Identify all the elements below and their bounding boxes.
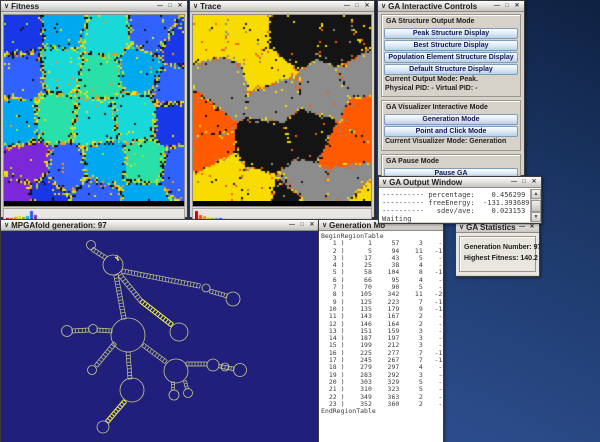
current-visualizer-mode-status: Current Visualizer Mode: Generation: [384, 138, 518, 147]
current-output-mode-status: Current Output Mode: Peak.: [384, 76, 518, 85]
scrollbar-thumb[interactable]: [531, 200, 541, 212]
mpgafold-titlebar[interactable]: ∨ MPGAfold generation: 97 — □ ✕: [1, 220, 319, 231]
mpgafold-window-title: MPGAfold generation: 97: [11, 221, 286, 230]
visualizer-interactive-mode-group: GA Visualizer Interactive Mode Generatio…: [381, 100, 521, 151]
minimize-icon[interactable]: —: [288, 222, 296, 229]
ga-statistics-window: ∨ GA Statistics — ✕ Generation Number: 9…: [455, 221, 540, 277]
trace-titlebar[interactable]: ∨ Trace — □ ✕: [190, 1, 374, 12]
fitness-heatmap-canvas[interactable]: [4, 15, 184, 201]
fitness-window-title: Fitness: [11, 2, 154, 11]
maximize-icon[interactable]: □: [353, 3, 361, 10]
window-menu-icon[interactable]: ∨: [322, 222, 327, 229]
trace-window-title: Trace: [200, 2, 341, 11]
default-structure-display-button[interactable]: Default Structure Display: [384, 64, 518, 75]
output-scrollbar[interactable]: ▲ ▼: [530, 189, 541, 222]
population-element-structure-display-button[interactable]: Population Element Structure Display: [384, 52, 518, 63]
ga-output-window-title: GA Output Window: [389, 178, 508, 187]
group-label: GA Visualizer Interactive Mode: [384, 103, 518, 113]
window-menu-icon[interactable]: ∨: [381, 3, 386, 10]
close-icon[interactable]: ✕: [308, 222, 316, 229]
close-icon[interactable]: ✕: [363, 3, 371, 10]
fitness-window: ∨ Fitness — □ ✕: [0, 0, 188, 218]
maximize-icon[interactable]: □: [298, 222, 306, 229]
close-icon[interactable]: ✕: [530, 179, 538, 186]
generation-number-label: Generation Number: 97: [464, 242, 531, 253]
rna-structure-view[interactable]: [1, 231, 319, 442]
group-label: GA Pause Mode: [384, 157, 518, 167]
ga-output-text: ---------- percentage: 0.456299 --------…: [379, 189, 541, 225]
fitness-titlebar[interactable]: ∨ Fitness — □ ✕: [1, 1, 187, 12]
minimize-icon[interactable]: —: [493, 3, 501, 10]
pid-status: Physical PID: - Virtual PID: -: [384, 85, 518, 94]
generation-monitor-window: ∨ Generation Mo BeginRegionTable 1 ) 1 5…: [318, 219, 444, 442]
structure-output-mode-group: GA Structure Output Mode Peak Structure …: [381, 14, 521, 97]
window-menu-icon[interactable]: ∨: [4, 3, 9, 10]
window-menu-icon[interactable]: ∨: [382, 179, 387, 186]
window-menu-icon[interactable]: ∨: [4, 222, 9, 229]
highest-fitness-label: Highest Fitness: 140.2: [464, 253, 531, 264]
close-icon[interactable]: ✕: [176, 3, 184, 10]
minimize-icon[interactable]: —: [156, 3, 164, 10]
trace-heatmap-canvas[interactable]: [193, 15, 371, 201]
minimize-icon[interactable]: —: [510, 179, 518, 186]
maximize-icon[interactable]: □: [520, 179, 528, 186]
mpgafold-window: ∨ MPGAfold generation: 97 — □ ✕: [0, 219, 320, 442]
ga-controls-window-title: GA Interactive Controls: [388, 2, 491, 11]
window-menu-icon[interactable]: ∨: [193, 3, 198, 10]
peak-structure-display-button[interactable]: Peak Structure Display: [384, 28, 518, 39]
stats-panel: Generation Number: 97 Highest Fitness: 1…: [459, 236, 536, 272]
maximize-icon[interactable]: □: [503, 3, 511, 10]
minimize-icon[interactable]: —: [343, 3, 351, 10]
scroll-down-icon[interactable]: ▼: [531, 212, 541, 222]
generation-mode-button[interactable]: Generation Mode: [384, 114, 518, 125]
maximize-icon[interactable]: □: [166, 3, 174, 10]
ga-output-titlebar[interactable]: ∨ GA Output Window — □ ✕: [379, 177, 541, 188]
region-table: BeginRegionTable 1 ) 1 57 3 -5.5 2 ) 5 9…: [319, 231, 443, 415]
group-label: GA Structure Output Mode: [384, 17, 518, 27]
trace-window: ∨ Trace — □ ✕: [189, 0, 375, 218]
point-and-click-mode-button[interactable]: Point and Click Mode: [384, 126, 518, 137]
scroll-up-icon[interactable]: ▲: [531, 189, 541, 199]
best-structure-display-button[interactable]: Best Structure Display: [384, 40, 518, 51]
close-icon[interactable]: ✕: [513, 3, 521, 10]
ga-controls-titlebar[interactable]: ∨ GA Interactive Controls — □ ✕: [378, 1, 524, 12]
rna-structure-drawing: [1, 231, 319, 442]
ga-output-window: ∨ GA Output Window — □ ✕ ---------- perc…: [378, 176, 542, 224]
ga-interactive-controls-window: ∨ GA Interactive Controls — □ ✕ GA Struc…: [377, 0, 525, 176]
